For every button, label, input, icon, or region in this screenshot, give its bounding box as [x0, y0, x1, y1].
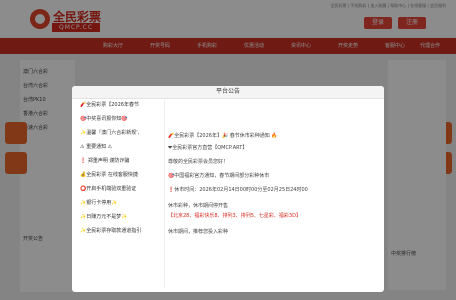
announcement-item[interactable]: ✨银行卡停用✨	[80, 198, 160, 209]
announcement-item[interactable]: ❗ 郑重声明 谨防诈骗	[80, 156, 160, 167]
content-line: 🎯中国福彩官方通知，春节期间部分彩种休市	[168, 173, 270, 179]
announcement-item[interactable]: ✨日赚万元不是梦✨	[80, 212, 160, 223]
announcement-item[interactable]: 💰全民彩票 在线客服快捷	[80, 170, 160, 181]
announcement-item[interactable]: 🎯中奖喜讯报你知🎯	[80, 114, 160, 125]
content-heading: 🧨全民彩票【2026年】🎉 春节休市彩种通知 🔥	[168, 133, 278, 139]
announcement-list: 🧨全民彩票【2026年春节 🎯中奖喜讯报你知🎯 ✨温馨『澳门六合彩新规', ⚠ …	[80, 100, 160, 290]
divider	[164, 100, 165, 288]
announcement-item[interactable]: ⭕开启手机端验双重验证	[80, 184, 160, 195]
content-line: ❗休市时间：2026年02月14日00时00分至02月25日24时00	[168, 187, 308, 193]
content-line: 尊敬的全民彩票会员您好！	[168, 159, 229, 165]
content-line: 【北京28、福彩快乐8、排列3、排列5、七星彩、福彩3D】	[168, 213, 301, 219]
content-line: 休市彩种，休市期间停开售	[168, 203, 229, 209]
content-line: ❤全民彩票官方直营【QMCP.ART】	[168, 145, 248, 151]
content-line: 休市期间，推荐您投入彩种	[168, 229, 229, 235]
announcement-item[interactable]: 🧨全民彩票【2026年春节	[80, 100, 160, 111]
modal-title: 平台公告	[72, 86, 384, 99]
announcement-item[interactable]: ⚠ 重要通知 ⚠	[80, 142, 160, 153]
announcement-modal: 平台公告 🧨全民彩票【2026年春节 🎯中奖喜讯报你知🎯 ✨温馨『澳门六合彩新规…	[72, 86, 384, 292]
announcement-item[interactable]: ✨全民彩票存取款通道指引	[80, 226, 160, 237]
announcement-content: 🧨全民彩票【2026年】🎉 春节休市彩种通知 🔥 ❤全民彩票官方直营【QMCP.…	[168, 132, 376, 282]
announcement-item[interactable]: ✨温馨『澳门六合彩新规',	[80, 128, 160, 139]
